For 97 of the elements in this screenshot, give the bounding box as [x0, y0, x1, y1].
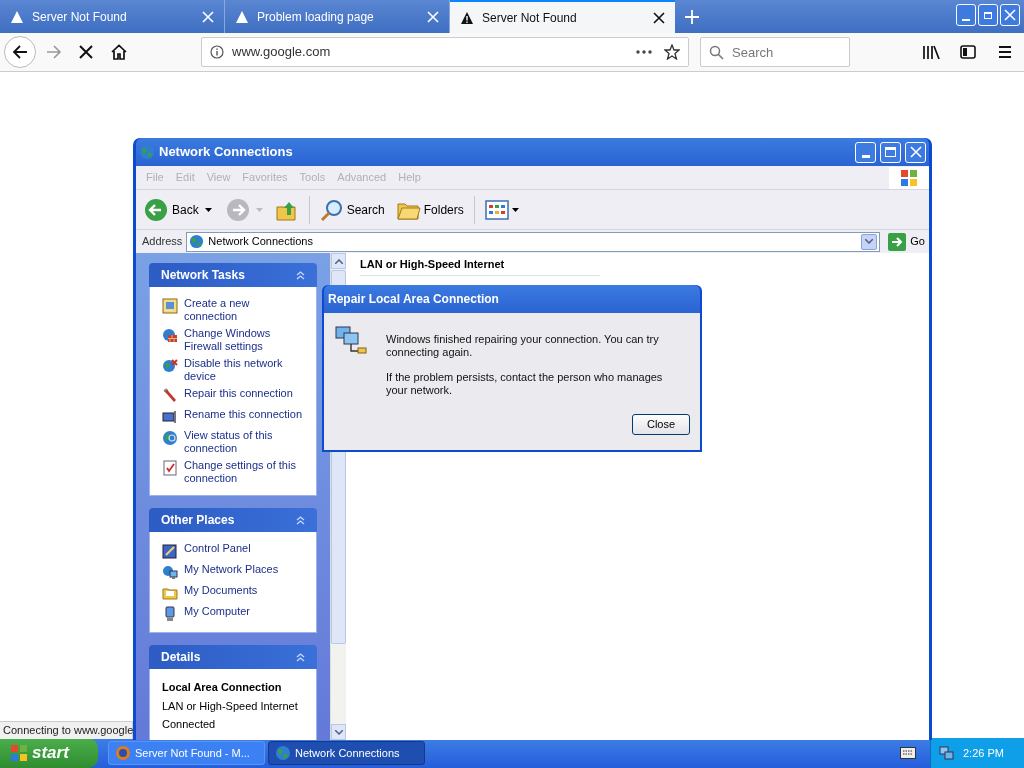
- dialog-title: Repair Local Area Connection: [328, 291, 499, 308]
- disable-network-icon: [162, 358, 178, 374]
- address-field[interactable]: Network Connections: [186, 231, 881, 252]
- close-icon[interactable]: [653, 11, 665, 24]
- panel-title: Other Places: [161, 512, 235, 529]
- library-icon[interactable]: [922, 44, 940, 60]
- network-places-icon: [162, 564, 178, 580]
- task-link[interactable]: My Documents: [184, 584, 258, 597]
- task-link[interactable]: Rename this connection: [184, 408, 302, 421]
- forward-arrow-icon[interactable]: [46, 44, 62, 60]
- taskbar-button[interactable]: Server Not Found - M...: [108, 741, 265, 765]
- restore-button[interactable]: [978, 4, 998, 26]
- rename-icon: [162, 409, 178, 425]
- wrench-icon: [162, 388, 178, 404]
- url-text: www.google.com: [232, 43, 332, 62]
- minimize-button[interactable]: [855, 141, 876, 163]
- connection-type: LAN or High-Speed Internet: [162, 698, 299, 714]
- taskbar-button[interactable]: Network Connections: [268, 741, 425, 765]
- panel-title: Network Tasks: [161, 267, 245, 284]
- dropdown-arrow-icon: [511, 207, 519, 212]
- task-link[interactable]: View status of this connection: [184, 429, 304, 455]
- task-link[interactable]: Control Panel: [184, 542, 251, 555]
- url-field[interactable]: www.google.com: [201, 37, 689, 67]
- network-status-icon[interactable]: [939, 745, 955, 761]
- chevron-down-icon: [334, 729, 343, 735]
- folders-button[interactable]: Folders: [396, 198, 464, 221]
- maximize-button[interactable]: [880, 141, 901, 163]
- windows-logo-icon: [889, 166, 929, 189]
- folder-icon: [162, 585, 178, 601]
- back-button[interactable]: Back: [144, 197, 199, 222]
- close-window-button[interactable]: [905, 141, 926, 163]
- go-button[interactable]: Go: [884, 232, 929, 251]
- keyboard-icon[interactable]: [900, 747, 916, 759]
- panel-header[interactable]: Details: [149, 645, 317, 669]
- dropdown-button[interactable]: [861, 233, 878, 250]
- star-icon[interactable]: [664, 44, 680, 60]
- back-arrow-icon: [12, 44, 28, 60]
- address-label: Address: [142, 234, 183, 250]
- task-link[interactable]: Disable this network device: [184, 357, 304, 383]
- info-icon[interactable]: [210, 45, 224, 59]
- back-button[interactable]: [4, 36, 36, 68]
- network-connections-icon: [189, 234, 205, 249]
- views-icon: [484, 199, 509, 220]
- window-title: Network Connections: [159, 143, 294, 162]
- menu-icon[interactable]: [998, 45, 1012, 59]
- control-panel-icon: [162, 543, 178, 559]
- task-link[interactable]: Repair this connection: [184, 387, 293, 400]
- collapse-icon[interactable]: [296, 515, 305, 525]
- firewall-icon: [162, 328, 178, 344]
- dialog-message: Windows finished repairing your connection. You can try connecting again.: [386, 333, 660, 359]
- network-connections-icon: [275, 745, 291, 761]
- new-connection-icon: [162, 298, 178, 314]
- network-connections-icon: [139, 144, 155, 160]
- views-button[interactable]: [484, 199, 519, 220]
- close-button[interactable]: Close: [632, 414, 690, 435]
- tab-title: Problem loading page: [257, 8, 375, 26]
- connection-name: Local Area Connection: [162, 680, 283, 695]
- task-link[interactable]: Create a new connection: [184, 297, 304, 323]
- dialog-message: If the problem persists, contact the person who manages your network.: [386, 371, 664, 397]
- tab-title: Server Not Found: [32, 8, 128, 26]
- status-text: Connecting to www.google: [0, 721, 133, 739]
- panel-header[interactable]: Network Tasks: [149, 263, 317, 287]
- minimize-button[interactable]: [956, 4, 976, 26]
- task-link[interactable]: My Network Places: [184, 563, 279, 576]
- panel-title: Details: [161, 649, 201, 666]
- tab-title: Server Not Found: [482, 9, 578, 27]
- browser-tab[interactable]: Server Not Found: [450, 0, 675, 33]
- search-field[interactable]: Search: [700, 37, 850, 67]
- search-button[interactable]: Search: [319, 197, 385, 222]
- sidebar-icon[interactable]: [960, 45, 976, 59]
- chevron-up-icon: [334, 258, 343, 264]
- chevron-down-icon: [865, 239, 874, 244]
- task-link[interactable]: Change Windows Firewall settings: [184, 327, 304, 353]
- scroll-down-button[interactable]: [331, 724, 346, 740]
- task-link[interactable]: Change settings of this connection: [184, 459, 304, 485]
- computer-icon: [162, 606, 178, 622]
- search-icon: [319, 197, 344, 222]
- globe-icon: [162, 430, 178, 446]
- checklist-icon: [162, 460, 178, 476]
- new-tab-icon[interactable]: [685, 9, 699, 24]
- search-icon: [709, 45, 724, 60]
- connection-status: Connected: [162, 717, 217, 732]
- task-link[interactable]: My Computer: [184, 605, 251, 618]
- stop-icon[interactable]: [79, 45, 93, 59]
- panel-header[interactable]: Other Places: [149, 508, 317, 532]
- collapse-icon[interactable]: [296, 652, 305, 662]
- network-computers-icon: [334, 325, 368, 355]
- group-heading: LAN or High-Speed Internet: [360, 256, 600, 276]
- collapse-icon[interactable]: [296, 270, 305, 280]
- browser-icon: [115, 745, 131, 761]
- windows-logo-icon: [10, 744, 28, 762]
- dropdown-arrow-icon[interactable]: [204, 207, 212, 212]
- clock: 2:26 PM: [963, 745, 1004, 761]
- close-window-button[interactable]: [1000, 4, 1020, 26]
- scroll-up-button[interactable]: [331, 253, 346, 269]
- home-icon[interactable]: [111, 44, 127, 60]
- more-icon[interactable]: [636, 50, 652, 54]
